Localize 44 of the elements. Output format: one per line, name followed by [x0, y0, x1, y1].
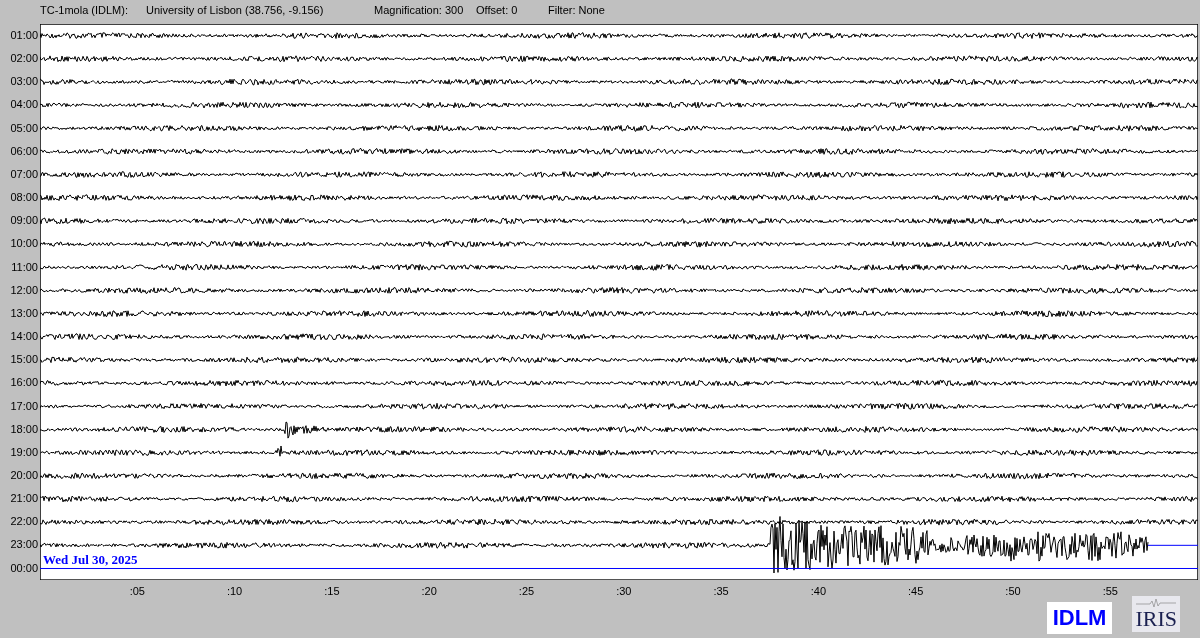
hour-label: 13:00 — [9, 305, 39, 321]
time-tick-label: :50 — [1005, 585, 1021, 598]
time-tick-label: :30 — [616, 585, 632, 598]
hour-label: 21:00 — [9, 491, 39, 507]
station-location: University of Lisbon (38.756, -9.156) — [146, 4, 325, 16]
hour-label: 07:00 — [9, 166, 39, 182]
hour-label: 10:00 — [9, 236, 39, 252]
hour-label: 15:00 — [9, 352, 39, 368]
trace-end-line — [1147, 544, 1198, 546]
hour-label: 03:00 — [9, 74, 39, 90]
date-label: Wed Jul 30, 2025 — [43, 552, 138, 569]
iris-logo: IRIS — [1132, 596, 1180, 633]
hour-label: 19:00 — [9, 444, 39, 460]
magnification-label: Magnification: 300 — [374, 4, 465, 16]
network-logo: IDLM — [1046, 602, 1113, 635]
hour-label: 04:00 — [9, 97, 39, 113]
time-tick-label: :10 — [226, 585, 243, 598]
hour-label: 23:00 — [9, 537, 39, 553]
hour-label: 17:00 — [9, 398, 39, 414]
hour-label: 16:00 — [9, 375, 39, 391]
hour-label: 11:00 — [10, 259, 39, 275]
offset-label: Offset: 0 — [476, 4, 519, 16]
filter-label: Filter: None — [548, 4, 605, 16]
time-tick-label: :35 — [713, 585, 729, 598]
time-tick-label: :40 — [810, 585, 827, 598]
hour-label: 05:00 — [9, 120, 39, 136]
time-tick-label: :05 — [129, 585, 145, 598]
hour-label: 09:00 — [9, 213, 39, 229]
station-name: TC-1mola (IDLM): — [40, 4, 129, 16]
hour-label: 20:00 — [9, 467, 39, 483]
hour-label: 12:00 — [9, 282, 39, 298]
hour-label: 06:00 — [9, 143, 39, 159]
hour-label: 00:00 — [9, 560, 39, 576]
hour-label: 22:00 — [9, 514, 39, 530]
hour-label: 01:00 — [9, 28, 39, 43]
time-tick-label: :25 — [518, 585, 535, 598]
hour-label: 18:00 — [9, 421, 39, 437]
time-tick-label: :45 — [908, 585, 924, 598]
time-tick-label: :20 — [421, 585, 437, 598]
time-tick-label: :55 — [1102, 585, 1118, 598]
hour-label: 08:00 — [9, 190, 39, 206]
hour-label: 14:00 — [9, 329, 39, 345]
hour-label: 02:00 — [9, 51, 39, 67]
time-tick-label: :15 — [324, 585, 340, 598]
